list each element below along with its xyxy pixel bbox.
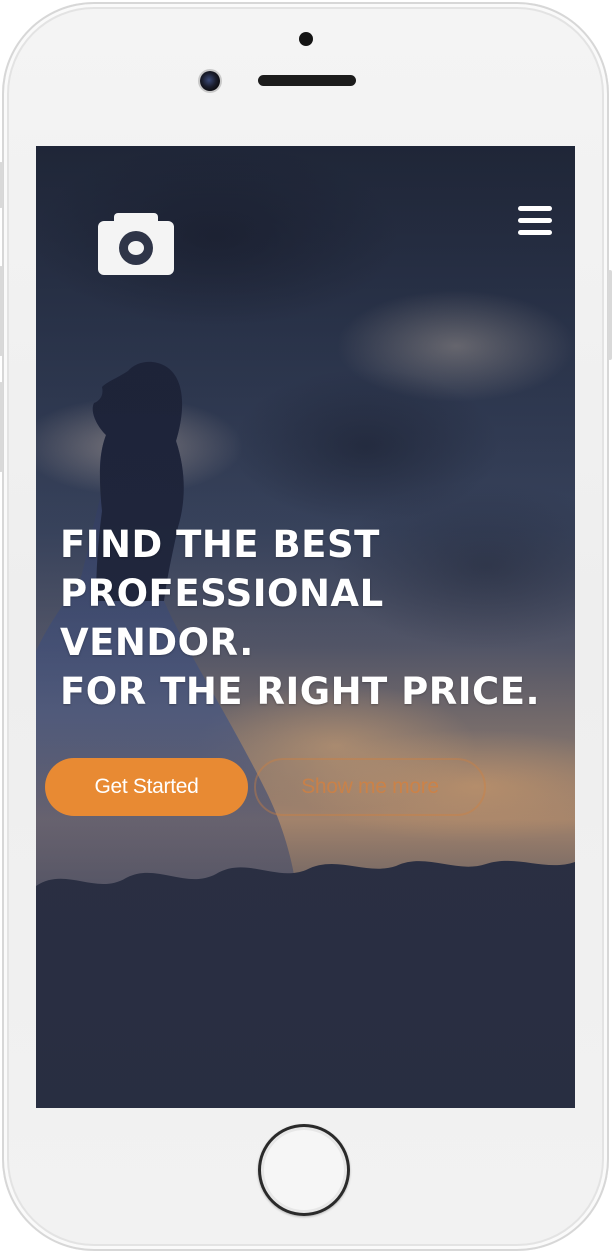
headline-line: FIND THE BEST xyxy=(60,523,380,566)
earpiece-speaker xyxy=(258,75,356,86)
volume-down-button xyxy=(0,382,3,472)
headline-line: FOR THE RIGHT PRICE. xyxy=(60,670,541,713)
show-me-more-button[interactable]: Show me more xyxy=(254,758,486,816)
headline-line: PROFESSIONAL xyxy=(60,572,384,615)
get-started-button[interactable]: Get Started xyxy=(45,758,248,816)
hero-headline: FIND THE BEST PROFESSIONAL VENDOR. FOR T… xyxy=(60,520,560,716)
volume-up-button xyxy=(0,266,3,356)
menu-bar xyxy=(518,230,552,235)
menu-bar xyxy=(518,218,552,223)
camera-logo-icon[interactable] xyxy=(98,213,174,275)
proximity-sensor xyxy=(200,71,220,91)
home-button[interactable] xyxy=(258,1124,350,1216)
headline-line: VENDOR. xyxy=(60,621,254,664)
mute-switch xyxy=(0,162,3,208)
camera-logo-lens xyxy=(119,231,153,265)
power-button xyxy=(608,270,612,360)
app-screen: FIND THE BEST PROFESSIONAL VENDOR. FOR T… xyxy=(36,146,575,1108)
front-camera xyxy=(299,32,313,46)
hamburger-menu-icon[interactable] xyxy=(516,204,554,238)
menu-bar xyxy=(518,206,552,211)
